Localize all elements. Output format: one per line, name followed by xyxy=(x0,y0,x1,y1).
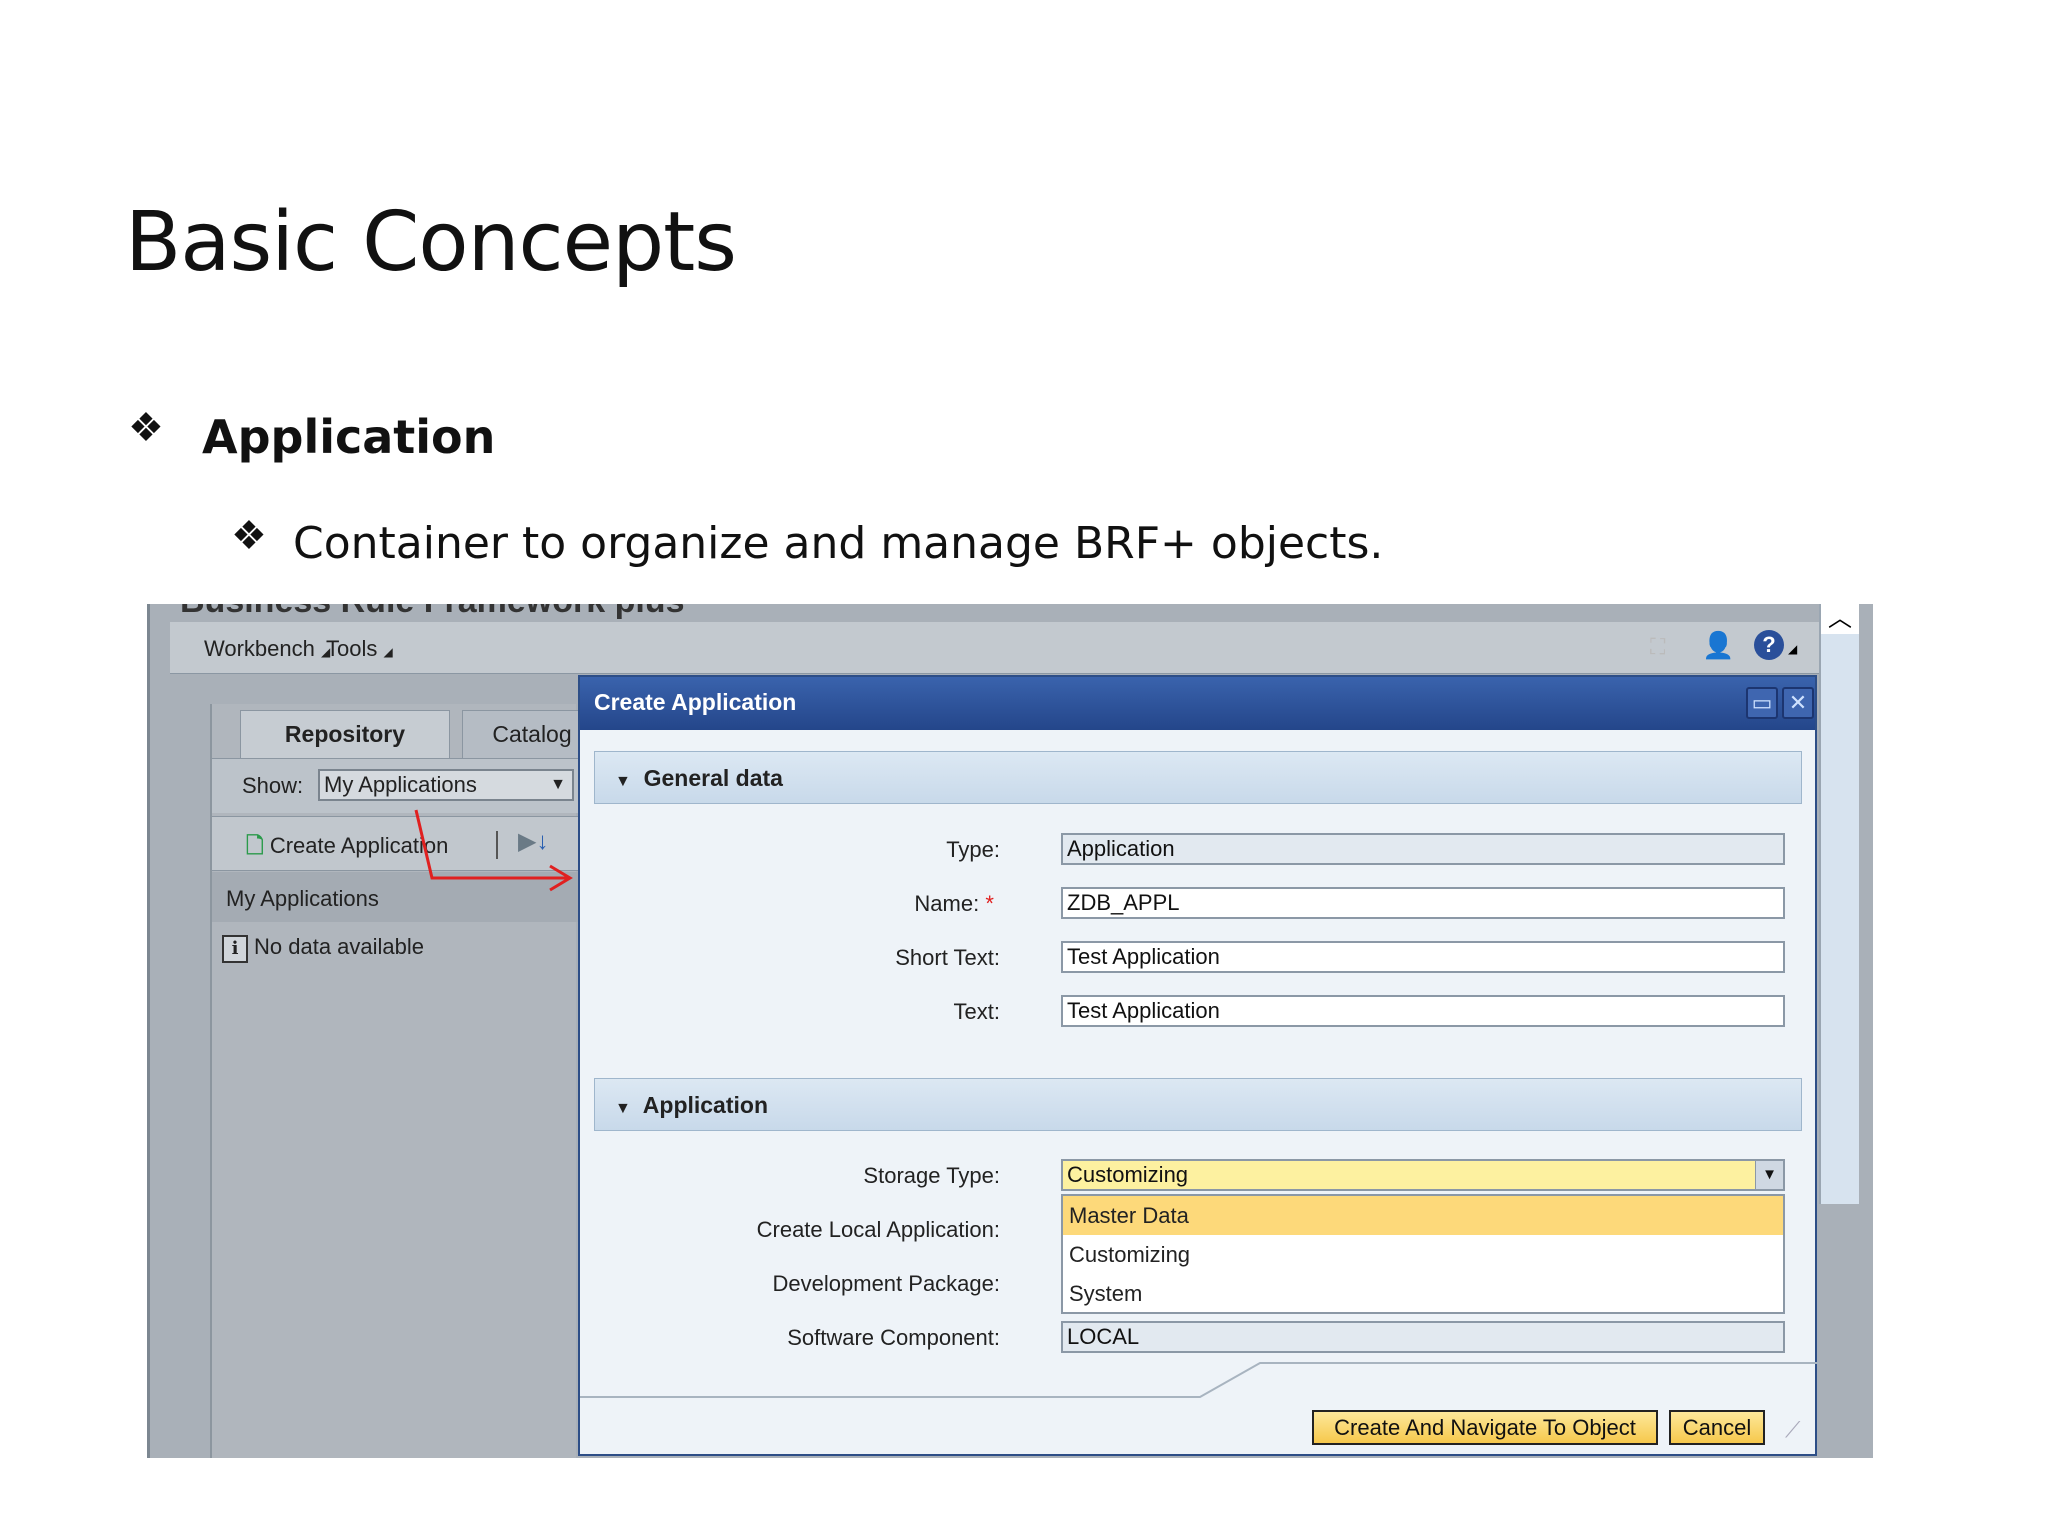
bullet-application: Application xyxy=(202,410,496,464)
bullet-icon: ❖ xyxy=(128,406,164,450)
sub-bullet-text: Container to organize and manage BRF+ ob… xyxy=(293,518,1384,569)
slide-title: Basic Concepts xyxy=(125,195,737,290)
sub-bullet-icon: ❖ xyxy=(231,514,267,558)
red-arrow-annotation xyxy=(414,809,573,892)
app-screenshot: Business Rule Framework plus Workbench ◢… xyxy=(147,604,1873,1458)
